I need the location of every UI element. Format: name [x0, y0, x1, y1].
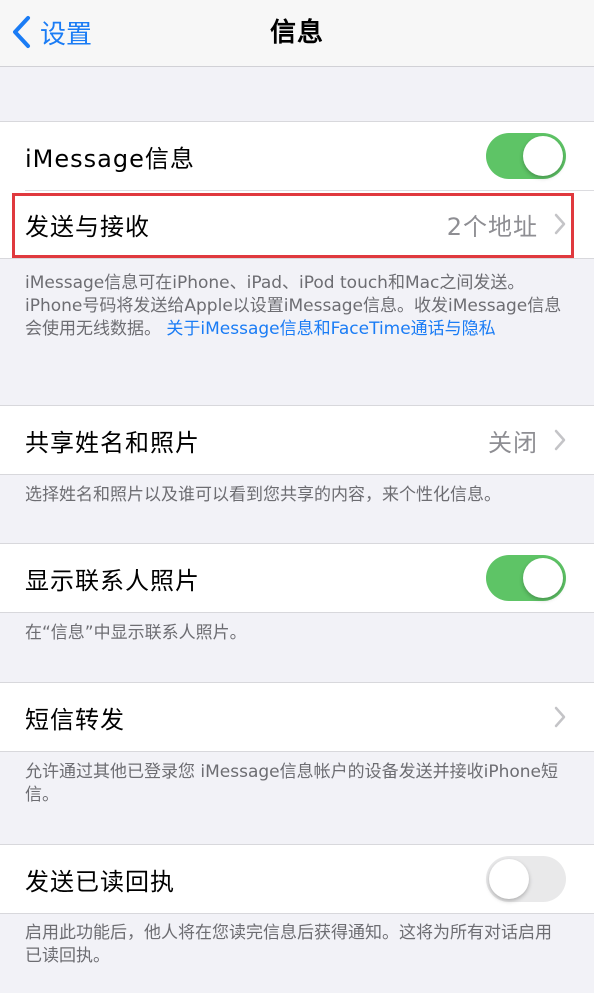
read-receipts-group: 发送已读回执 [0, 844, 594, 914]
read-receipts-row: 发送已读回执 [0, 845, 594, 913]
sms-forwarding-group: 短信转发 [0, 682, 594, 752]
read-receipts-label: 发送已读回执 [25, 867, 175, 896]
share-name-group: 共享姓名和照片 关闭 [0, 405, 594, 475]
toggle-knob [489, 859, 529, 899]
share-name-label: 共享姓名和照片 [25, 428, 200, 457]
share-name-row[interactable]: 共享姓名和照片 关闭 [0, 406, 594, 474]
imessage-group: iMessage信息 发送与接收 2个地址 [0, 121, 594, 259]
chevron-right-icon [554, 213, 566, 235]
toggle-knob [523, 558, 563, 598]
imessage-row: iMessage信息 [0, 122, 594, 190]
contact-photos-group: 显示联系人照片 [0, 543, 594, 613]
contact-photos-row: 显示联系人照片 [0, 544, 594, 612]
navigation-bar: 设置 信息 [0, 0, 594, 67]
contact-photos-toggle[interactable] [486, 555, 566, 601]
share-name-value: 关闭 [488, 428, 538, 457]
chevron-right-icon [554, 429, 566, 451]
chevron-right-icon [554, 706, 566, 728]
toggle-knob [523, 136, 563, 176]
imessage-footnote: iMessage信息可在iPhone、iPad、iPod touch和Mac之间… [25, 272, 565, 341]
page-title: 信息 [269, 18, 324, 48]
read-receipts-toggle[interactable] [486, 856, 566, 902]
share-name-footnote: 选择姓名和照片以及谁可以看到您共享的内容，来个性化信息。 [25, 485, 501, 505]
send-receive-value: 2个地址 [446, 212, 538, 241]
send-receive-row[interactable]: 发送与接收 2个地址 [0, 190, 594, 258]
sms-forwarding-label: 短信转发 [25, 705, 125, 734]
privacy-link[interactable]: 关于iMessage信息和FaceTime通话与隐私 [166, 319, 495, 339]
sms-forwarding-footnote: 允许通过其他已登录您 iMessage信息帐户的设备发送并接收iPhone短信。 [25, 762, 559, 805]
send-receive-label: 发送与接收 [25, 212, 150, 241]
imessage-label: iMessage信息 [25, 144, 195, 173]
read-receipts-footnote: 启用此功能后，他人将在您读完信息后获得通知。这将为所有对话启用已读回执。 [25, 923, 552, 966]
contact-photos-footnote: 在“信息”中显示联系人照片。 [25, 623, 247, 643]
imessage-toggle[interactable] [486, 133, 566, 179]
sms-forwarding-row[interactable]: 短信转发 [0, 683, 594, 751]
contact-photos-label: 显示联系人照片 [25, 566, 200, 595]
